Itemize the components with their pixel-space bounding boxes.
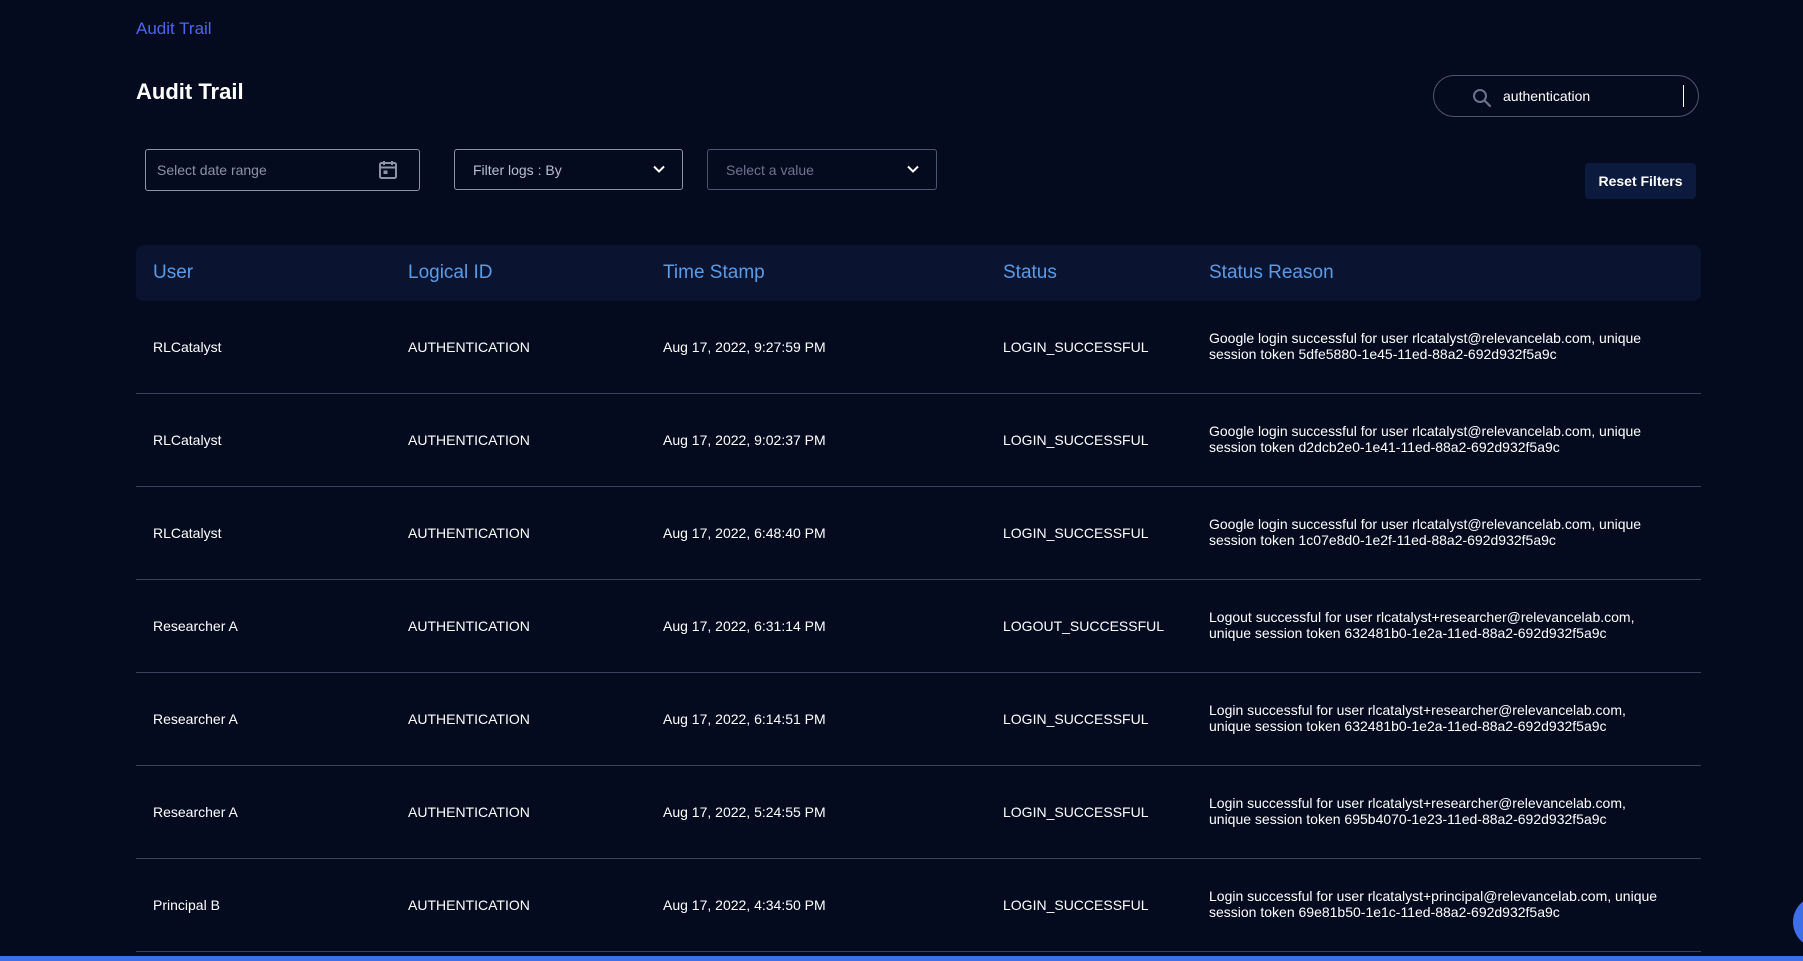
table-row: Researcher A AUTHENTICATION Aug 17, 2022… — [136, 673, 1701, 766]
value-placeholder: Select a value — [726, 162, 814, 178]
cell-status-reason: Login successful for user rlcatalyst+pri… — [1209, 888, 1658, 920]
cell-status-reason: Google login successful for user rlcatal… — [1209, 516, 1642, 548]
cell-user: RLCatalyst — [153, 339, 222, 355]
chevron-down-icon — [907, 165, 919, 173]
header-status-reason[interactable]: Status Reason — [1209, 262, 1334, 284]
cell-logical-id: AUTHENTICATION — [408, 618, 530, 634]
date-range-picker[interactable]: Select date range — [145, 149, 420, 191]
cell-user: Researcher A — [153, 804, 238, 820]
filter-by-dropdown[interactable]: Filter logs : By — [454, 149, 683, 190]
cell-user: Principal B — [153, 897, 220, 913]
cell-status: LOGIN_SUCCESSFUL — [1003, 525, 1149, 541]
cell-timestamp: Aug 17, 2022, 4:34:50 PM — [663, 897, 826, 913]
cell-user: Researcher A — [153, 711, 238, 727]
cell-status: LOGIN_SUCCESSFUL — [1003, 432, 1149, 448]
cell-logical-id: AUTHENTICATION — [408, 804, 530, 820]
audit-table: User Logical ID Time Stamp Status Status… — [136, 245, 1701, 952]
cell-timestamp: Aug 17, 2022, 6:48:40 PM — [663, 525, 826, 541]
calendar-icon[interactable] — [377, 159, 399, 181]
breadcrumb[interactable]: Audit Trail — [136, 19, 212, 39]
audit-trail-page: Audit Trail Audit Trail Select date rang… — [0, 0, 1803, 961]
filter-by-label: Filter logs : By — [473, 162, 562, 178]
header-status[interactable]: Status — [1003, 262, 1057, 284]
table-header: User Logical ID Time Stamp Status Status… — [136, 245, 1701, 301]
search-input[interactable] — [1503, 85, 1684, 107]
cell-timestamp: Aug 17, 2022, 9:27:59 PM — [663, 339, 826, 355]
page-title: Audit Trail — [136, 79, 244, 104]
cell-status: LOGIN_SUCCESSFUL — [1003, 897, 1149, 913]
cell-status: LOGIN_SUCCESSFUL — [1003, 339, 1149, 355]
cell-logical-id: AUTHENTICATION — [408, 339, 530, 355]
cell-logical-id: AUTHENTICATION — [408, 711, 530, 727]
header-user[interactable]: User — [153, 262, 193, 284]
chevron-down-icon — [653, 165, 665, 173]
date-range-placeholder: Select date range — [157, 162, 267, 178]
reset-filters-button[interactable]: Reset Filters — [1585, 163, 1696, 199]
value-dropdown[interactable]: Select a value — [707, 149, 937, 190]
table-row: RLCatalyst AUTHENTICATION Aug 17, 2022, … — [136, 487, 1701, 580]
search-box[interactable] — [1433, 75, 1699, 117]
cell-logical-id: AUTHENTICATION — [408, 897, 530, 913]
table-row: Researcher A AUTHENTICATION Aug 17, 2022… — [136, 766, 1701, 859]
floating-action-button[interactable] — [1793, 896, 1803, 948]
cell-status-reason: Login successful for user rlcatalyst+res… — [1209, 702, 1626, 734]
header-time-stamp[interactable]: Time Stamp — [663, 262, 765, 284]
bottom-accent-bar — [0, 956, 1803, 961]
header-logical-id[interactable]: Logical ID — [408, 262, 493, 284]
cell-status-reason: Logout successful for user rlcatalyst+re… — [1209, 609, 1635, 641]
table-row: Principal B AUTHENTICATION Aug 17, 2022,… — [136, 859, 1701, 952]
cell-user: Researcher A — [153, 618, 238, 634]
cell-user: RLCatalyst — [153, 432, 222, 448]
cell-timestamp: Aug 17, 2022, 9:02:37 PM — [663, 432, 826, 448]
table-row: Researcher A AUTHENTICATION Aug 17, 2022… — [136, 580, 1701, 673]
cell-user: RLCatalyst — [153, 525, 222, 541]
table-row: RLCatalyst AUTHENTICATION Aug 17, 2022, … — [136, 301, 1701, 394]
cell-status: LOGIN_SUCCESSFUL — [1003, 711, 1149, 727]
cell-status-reason: Google login successful for user rlcatal… — [1209, 330, 1642, 362]
table-row: RLCatalyst AUTHENTICATION Aug 17, 2022, … — [136, 394, 1701, 487]
search-icon — [1473, 89, 1492, 108]
cell-status-reason: Login successful for user rlcatalyst+res… — [1209, 795, 1626, 827]
cell-timestamp: Aug 17, 2022, 6:31:14 PM — [663, 618, 826, 634]
cell-timestamp: Aug 17, 2022, 5:24:55 PM — [663, 804, 826, 820]
cell-logical-id: AUTHENTICATION — [408, 525, 530, 541]
cell-logical-id: AUTHENTICATION — [408, 432, 530, 448]
cell-status: LOGOUT_SUCCESSFUL — [1003, 618, 1165, 634]
cell-status: LOGIN_SUCCESSFUL — [1003, 804, 1149, 820]
cell-status-reason: Google login successful for user rlcatal… — [1209, 423, 1642, 455]
cell-timestamp: Aug 17, 2022, 6:14:51 PM — [663, 711, 826, 727]
